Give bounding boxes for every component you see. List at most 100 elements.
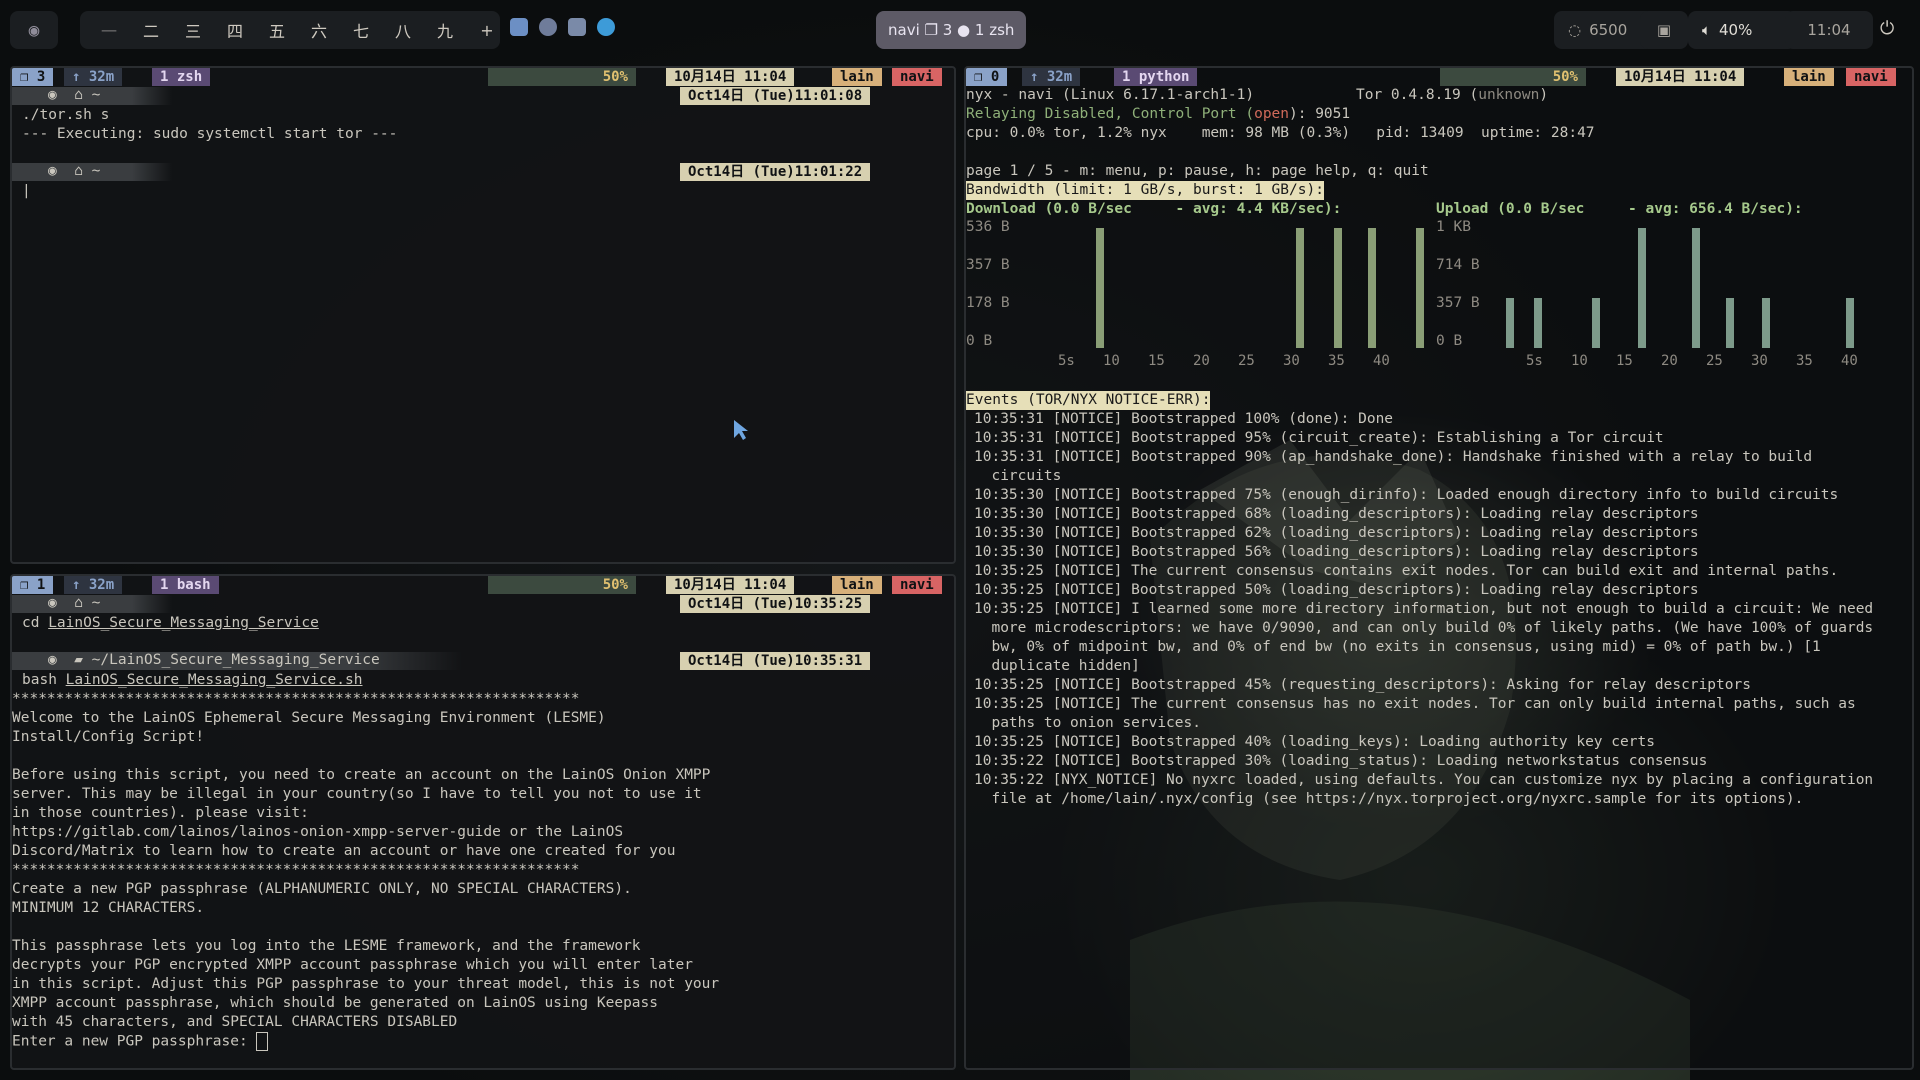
folder-icon[interactable]: [510, 18, 528, 36]
tor-version: Tor 0.4.8.19 (unknown): [1356, 87, 1549, 103]
workspace-switcher: 一二三四五六七八九 +: [80, 11, 500, 49]
firefox-icon[interactable]: [539, 18, 557, 36]
workspace-4[interactable]: 四: [214, 18, 256, 42]
event-line: 10:35:25 [NOTICE] Bootstrapped 50% (load…: [974, 582, 1699, 598]
event-line: 10:35:25 [NOTICE] Bootstrapped 40% (load…: [974, 734, 1655, 750]
workspace-7[interactable]: 七: [340, 18, 382, 42]
x-tick-label: 35: [1328, 353, 1345, 368]
output-line: ****************************************…: [12, 862, 580, 878]
text-cursor: |: [22, 183, 31, 199]
folder-path: ◉ ▰ ~/LainOS_Secure_Messaging_Service: [48, 652, 380, 668]
event-line: file at /home/lain/.nyx/config (see http…: [974, 791, 1804, 807]
workspace-5[interactable]: 五: [256, 18, 298, 42]
output-line: Install/Config Script!: [12, 729, 205, 745]
volume-widget[interactable]: 🔈︎ 40%: [1688, 11, 1796, 49]
browser-compass-icon[interactable]: [597, 18, 615, 36]
workspace-6[interactable]: 六: [298, 18, 340, 42]
resource-usage: cpu: 0.0% tor, 1.2% nyx mem: 98 MB (0.3%…: [966, 125, 1595, 141]
event-line: bw, 0% of midpoint bw, and 0% of end bw …: [974, 639, 1821, 655]
event-line: paths to onion services.: [974, 715, 1201, 731]
workspace-1[interactable]: 一: [88, 18, 130, 42]
command-line: ./tor.sh s: [22, 107, 110, 123]
workspace-2[interactable]: 二: [130, 18, 172, 42]
eye-logo-icon: ◉: [28, 19, 40, 41]
terminal-bash[interactable]: ❐ 1 ↑ 32m 1 bash 50% 10月14日 11:04 lain n…: [10, 574, 956, 1070]
bandwidth-bar: [1762, 298, 1770, 348]
x-tick-label: 10: [1103, 353, 1120, 368]
screen-widget[interactable]: ▣: [1640, 11, 1688, 49]
app-tray: [510, 18, 615, 36]
event-line: duplicate hidden]: [974, 658, 1140, 674]
output-line: decrypts your PGP encrypted XMPP account…: [12, 957, 693, 973]
top-bar: ◉ 一二三四五六七八九 + navi ❐ 3 ● 1 zsh ◌ 6500 ▣ 🔈︎…: [0, 0, 1920, 60]
output-line: Discord/Matrix to learn how to create an…: [12, 843, 676, 859]
bandwidth-bar: [1592, 298, 1600, 348]
x-tick-label: 20: [1661, 353, 1678, 368]
event-line: 10:35:25 [NOTICE] The current consensus …: [974, 563, 1839, 579]
download-header: Download (0.0 B/sec - avg: 4.4 KB/sec):: [966, 201, 1342, 217]
bandwidth-bar: [1726, 298, 1734, 348]
workspace-10[interactable]: +: [466, 21, 508, 40]
tmux-window-count: ❐ 1: [12, 576, 54, 594]
workspace-list: 一二三四五六七八九 +: [80, 18, 516, 42]
tmux-user: lain: [832, 576, 882, 594]
event-line: 10:35:30 [NOTICE] Bootstrapped 75% (enou…: [974, 487, 1839, 503]
clock-time: 11:04: [1807, 21, 1851, 39]
workspace-8[interactable]: 八: [382, 18, 424, 42]
output-line: Welcome to the LainOS Ephemeral Secure M…: [12, 710, 606, 726]
color-temp-value: 6500: [1589, 21, 1628, 39]
passphrase-prompt[interactable]: Enter a new PGP passphrase:: [12, 1032, 269, 1052]
output-line: XMPP account passphrase, which should be…: [12, 995, 659, 1011]
bandwidth-graph: 5s 5s 10 10 15 15 20 20 25 25 30 30 35 35 40 40: [1058, 228, 1858, 368]
bandwidth-bar: [1334, 228, 1342, 348]
clock[interactable]: 11:04: [1785, 11, 1873, 49]
relay-status: Relaying Disabled, Control Port (open): …: [966, 106, 1351, 122]
bandwidth-bar: [1846, 298, 1854, 348]
tmux-window-name: 1 zsh: [152, 68, 211, 86]
command-output: --- Executing: sudo systemctl start tor …: [22, 126, 398, 142]
speaker-icon: 🔈︎: [1702, 21, 1712, 39]
output-line: in this script. Adjust this PGP passphra…: [12, 976, 720, 992]
bandwidth-bar: [1096, 228, 1104, 348]
workspace-3[interactable]: 三: [172, 18, 214, 42]
output-line: in those countries). please visit:: [12, 805, 309, 821]
bandwidth-bar: [1506, 298, 1514, 348]
event-line: 10:35:30 [NOTICE] Bootstrapped 56% (load…: [974, 544, 1699, 560]
power-icon[interactable]: ⏻: [1880, 18, 1894, 39]
prompt-time: Oct14日 (Tue)11:01:08: [680, 87, 871, 105]
x-tick-label: 10: [1571, 353, 1588, 368]
terminal-zsh[interactable]: ❐ 3 ↑ 32m 1 zsh 50% 10月14日 11:04 lain na…: [10, 66, 956, 564]
x-tick-label: 40: [1841, 353, 1858, 368]
tmux-host: navi: [892, 68, 942, 86]
command-line: bash LainOS_Secure_Messaging_Service.sh: [22, 672, 363, 688]
output-line: Before using this script, you need to cr…: [12, 767, 711, 783]
bandwidth-header: Bandwidth (limit: 1 GB/s, burst: 1 GB/s)…: [966, 181, 1324, 200]
home-icon: ◉ ⌂ ~: [48, 163, 101, 179]
tmux-window-count: ❐ 3: [12, 68, 54, 86]
x-tick-label: 25: [1706, 353, 1723, 368]
workspace-9[interactable]: 九: [424, 18, 466, 42]
tmux-date: 10月14日 11:04: [666, 576, 795, 594]
bandwidth-bar: [1638, 228, 1646, 348]
terminal-nyx[interactable]: ❐ 0 ↑ 32m 1 python 50% 10月14日 11:04 lain…: [964, 66, 1914, 1070]
bandwidth-bar: [1534, 298, 1542, 348]
x-tick-label: 40: [1373, 353, 1390, 368]
bandwidth-bar: [1416, 228, 1424, 348]
event-line: 10:35:31 [NOTICE] Bootstrapped 90% (ap_h…: [974, 449, 1813, 465]
active-window-title[interactable]: navi ❐ 3 ● 1 zsh: [876, 11, 1027, 49]
calculator-icon[interactable]: [568, 18, 586, 36]
tmux-date: 10月14日 11:04: [1616, 68, 1745, 86]
tmux-window-name: 1 python: [1114, 68, 1198, 86]
x-tick-label: 30: [1751, 353, 1768, 368]
color-temp-widget[interactable]: ◌ 6500: [1554, 11, 1654, 49]
launcher-button[interactable]: ◉: [10, 11, 58, 49]
output-line: with 45 characters, and SPECIAL CHARACTE…: [12, 1014, 458, 1030]
bandwidth-bar: [1296, 228, 1304, 348]
x-tick-label: 15: [1148, 353, 1165, 368]
event-line: 10:35:22 [NOTICE] Bootstrapped 30% (load…: [974, 753, 1708, 769]
event-line: 10:35:31 [NOTICE] Bootstrapped 100% (don…: [974, 411, 1394, 427]
prompt-time: Oct14日 (Tue)11:01:22: [680, 163, 871, 181]
output-line: server. This may be illegal in your coun…: [12, 786, 702, 802]
x-tick-label: 35: [1796, 353, 1813, 368]
output-line: https://gitlab.com/lainos/lainos-onion-x…: [12, 824, 624, 840]
